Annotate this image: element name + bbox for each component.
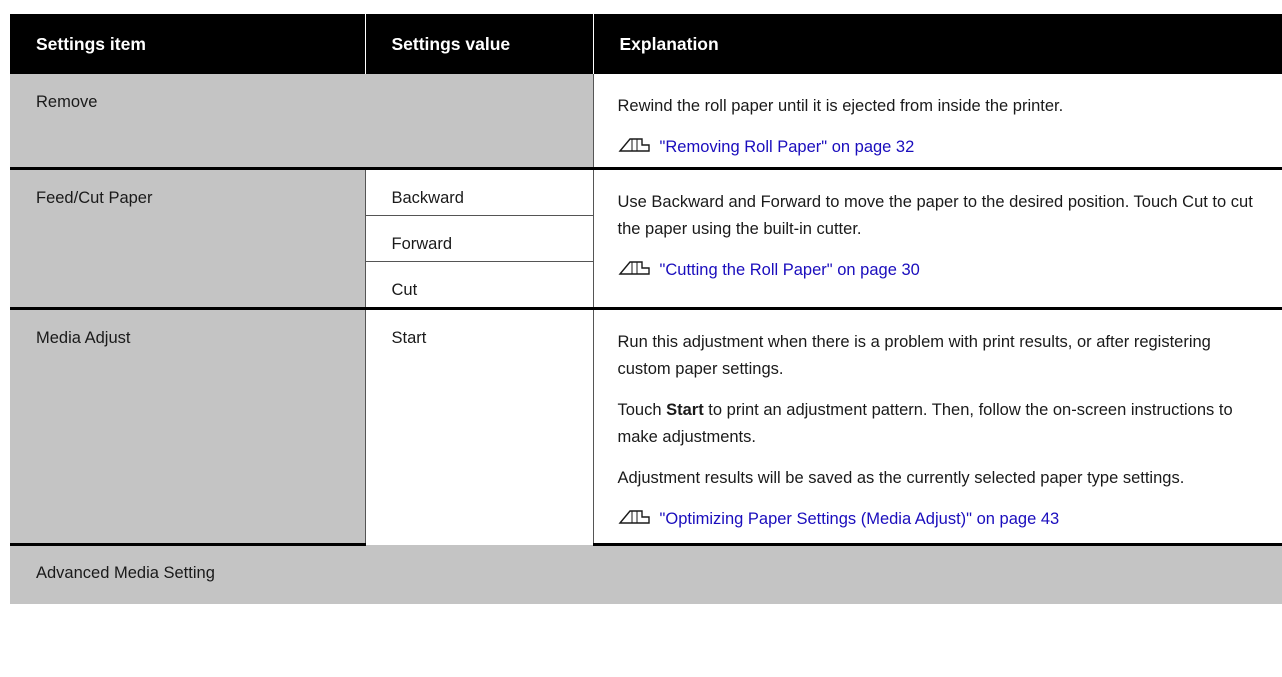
explanation-remove: Rewind the roll paper until it is ejecte… bbox=[592, 74, 1282, 170]
item-remove: Remove bbox=[10, 74, 593, 170]
item-advanced-media-setting: Advanced Media Setting bbox=[10, 544, 1282, 604]
link-text: "Cutting the Roll Paper" on page 30 bbox=[659, 261, 920, 279]
hand-pointer-reference-icon bbox=[618, 261, 650, 275]
value-backward: Backward bbox=[364, 168, 593, 216]
hand-pointer-reference-icon bbox=[618, 138, 650, 152]
explanation-feed-cut: Use Backward and Forward to move the pap… bbox=[592, 168, 1282, 310]
item-feed-cut-paper: Feed/Cut Paper bbox=[10, 168, 365, 310]
explanation-text-3: Adjustment results will be saved as the … bbox=[617, 469, 1185, 487]
link-removing-roll-paper[interactable]: "Removing Roll Paper" on page 32 bbox=[618, 138, 915, 156]
value-forward: Forward bbox=[364, 215, 593, 262]
link-text: "Removing Roll Paper" on page 32 bbox=[659, 138, 915, 156]
link-text: "Optimizing Paper Settings (Media Adjust… bbox=[659, 510, 1060, 528]
header-explanation: Explanation bbox=[592, 14, 1282, 74]
hand-pointer-reference-icon bbox=[618, 510, 650, 524]
explanation-text-2: Touch Start to print an adjustment patte… bbox=[617, 401, 1233, 446]
table-row-advanced-media-setting: Advanced Media Setting bbox=[10, 544, 1282, 604]
item-media-adjust: Media Adjust bbox=[10, 308, 365, 546]
value-cut: Cut bbox=[364, 261, 593, 310]
link-cutting-roll-paper[interactable]: "Cutting the Roll Paper" on page 30 bbox=[618, 261, 920, 279]
explanation-media-adjust: Run this adjustment when there is a prob… bbox=[592, 308, 1282, 546]
table-row-media-adjust: Media Adjust Start Run this adjustment w… bbox=[10, 308, 1282, 546]
explanation-text: Use Backward and Forward to move the pap… bbox=[617, 193, 1253, 238]
table-header: Settings item Settings value Explanation bbox=[10, 14, 1282, 74]
value-start: Start bbox=[364, 308, 593, 545]
start-bold: Start bbox=[666, 401, 704, 419]
explanation-text-1: Run this adjustment when there is a prob… bbox=[617, 333, 1211, 378]
header-settings-value: Settings value bbox=[364, 14, 593, 74]
explanation-text: Rewind the roll paper until it is ejecte… bbox=[617, 97, 1064, 115]
header-settings-item: Settings item bbox=[36, 33, 146, 54]
table-row-remove: Remove Rewind the roll paper until it is… bbox=[10, 74, 1282, 170]
link-optimizing-paper-settings[interactable]: "Optimizing Paper Settings (Media Adjust… bbox=[618, 510, 1060, 528]
table-row-feed-cut: Feed/Cut Paper Backward Use Backward and… bbox=[10, 168, 1282, 310]
settings-table: Settings item Settings value Explanation… bbox=[10, 14, 1282, 604]
